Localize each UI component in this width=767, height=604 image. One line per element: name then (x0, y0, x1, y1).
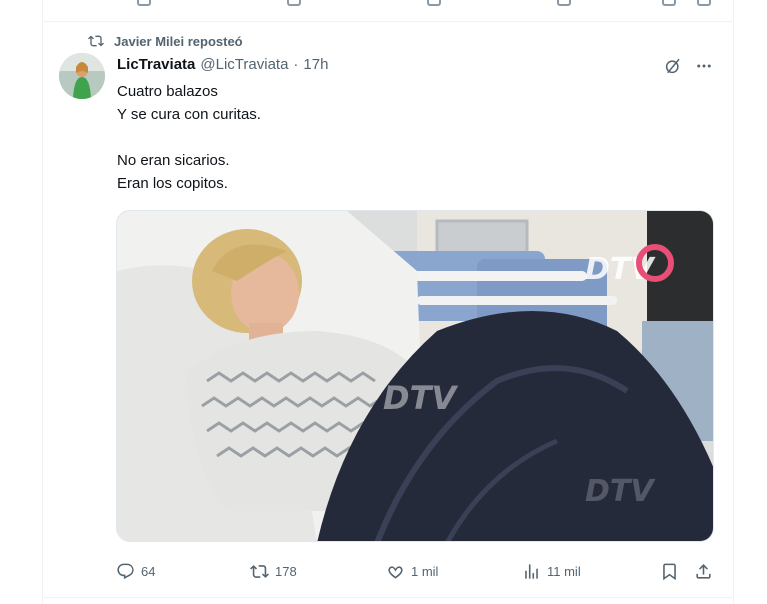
previous-views-icon[interactable] (557, 0, 571, 6)
repost-icon (88, 35, 104, 47)
tweet-text: Cuatro balazos Y se cura con curitas. No… (117, 80, 261, 195)
tweet-line-break (117, 126, 261, 149)
tweet-line-5: Eran los copitos. (117, 175, 228, 192)
previous-bookmark-icon[interactable] (662, 0, 676, 6)
bookmark-button[interactable] (660, 559, 679, 583)
dtv-watermark-center: DTV (383, 379, 458, 417)
reply-button[interactable]: 64 (116, 559, 155, 583)
dtv-watermark-top: DTV (585, 252, 656, 287)
previous-repost-icon[interactable] (287, 0, 301, 6)
heart-icon (388, 565, 403, 579)
reply-icon (117, 563, 134, 579)
reply-count: 64 (141, 563, 156, 579)
previous-reply-icon[interactable] (137, 0, 151, 6)
like-count: 1 mil (411, 563, 439, 579)
like-button[interactable]: 1 mil (386, 559, 438, 583)
tweet-actions: 64 178 1 mil 11 mil (112, 559, 718, 583)
share-icon (696, 563, 711, 579)
views-button[interactable]: 11 mil (522, 559, 581, 583)
share-button[interactable] (694, 559, 713, 583)
avatar[interactable] (59, 53, 105, 99)
user-handle[interactable]: @LicTraviata (200, 56, 288, 73)
divider (42, 597, 734, 598)
repost-icon (250, 564, 269, 578)
previous-share-icon[interactable] (697, 0, 711, 6)
grok-icon[interactable] (664, 57, 682, 75)
media-photo: DTV DTV DTV (117, 211, 713, 541)
views-icon (525, 563, 538, 579)
repost-count: 178 (275, 563, 297, 579)
dtv-watermark-bottom: DTV (585, 474, 656, 509)
display-name[interactable]: LicTraviata (117, 56, 195, 73)
repost-context[interactable]: Javier Milei reposteó (88, 33, 243, 49)
more-icon[interactable] (694, 57, 714, 75)
separator-dot: · (293, 56, 299, 73)
previous-tweet-actions (42, 0, 734, 22)
views-count: 11 mil (547, 563, 581, 579)
tweet-line-1: Cuatro balazos (117, 83, 218, 100)
repost-label: Javier Milei reposteó (114, 33, 243, 49)
tweet-media[interactable]: DTV DTV DTV (116, 210, 714, 542)
tweet-line-2: Y se cura con curitas. (117, 106, 261, 123)
tweet-header: LicTraviata @LicTraviata · 17h (117, 56, 328, 73)
previous-like-icon[interactable] (427, 0, 441, 6)
timestamp[interactable]: 17h (303, 56, 328, 73)
avatar-image (59, 53, 105, 99)
tweet-line-4: No eran sicarios. (117, 152, 230, 169)
bookmark-icon (663, 563, 676, 580)
repost-button[interactable]: 178 (250, 559, 297, 583)
